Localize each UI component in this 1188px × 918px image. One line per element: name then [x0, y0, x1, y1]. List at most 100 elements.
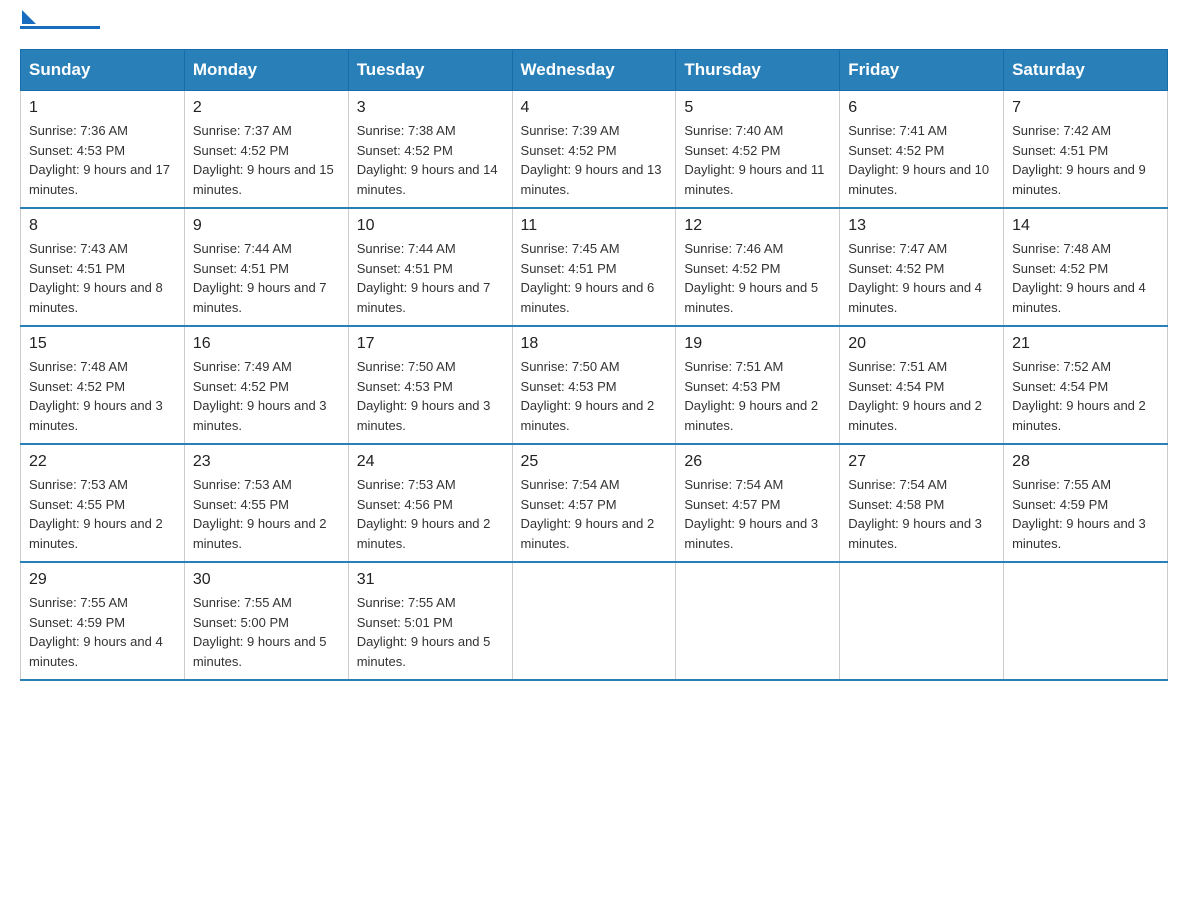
day-info: Sunrise: 7:51 AMSunset: 4:54 PMDaylight:… — [848, 357, 995, 435]
day-number: 24 — [357, 453, 504, 471]
day-info: Sunrise: 7:54 AMSunset: 4:57 PMDaylight:… — [684, 475, 831, 553]
logo-triangle-icon — [22, 10, 36, 24]
day-number: 9 — [193, 217, 340, 235]
calendar-cell: 6Sunrise: 7:41 AMSunset: 4:52 PMDaylight… — [840, 91, 1004, 209]
calendar-cell: 13 Sunrise: 7:47 AMSunset: 4:52 PMDayligh… — [840, 208, 1004, 326]
day-info: Sunrise: 7:42 AMSunset: 4:51 PMDaylight:… — [1012, 121, 1159, 199]
day-number: 12 — [684, 217, 831, 235]
calendar-header-sunday: Sunday — [21, 50, 185, 91]
calendar-cell: 21Sunrise: 7:52 AMSunset: 4:54 PMDayligh… — [1004, 326, 1168, 444]
day-number: 25 — [521, 453, 668, 471]
day-number: 16 — [193, 335, 340, 353]
day-info: Sunrise: 7:46 AMSunset: 4:52 PMDaylight:… — [684, 239, 831, 317]
day-info: Sunrise: 7:50 AMSunset: 4:53 PMDaylight:… — [357, 357, 504, 435]
day-info: Sunrise: 7:37 AMSunset: 4:52 PMDaylight:… — [193, 121, 340, 199]
day-info: Sunrise: 7:53 AMSunset: 4:55 PMDaylight:… — [29, 475, 176, 553]
day-info: Sunrise: 7:43 AMSunset: 4:51 PMDaylight:… — [29, 239, 176, 317]
day-info: Sunrise: 7:53 AMSunset: 4:56 PMDaylight:… — [357, 475, 504, 553]
day-info: Sunrise: 7:55 AMSunset: 5:01 PMDaylight:… — [357, 593, 504, 671]
day-number: 11 — [521, 217, 668, 235]
calendar-cell — [1004, 562, 1168, 680]
day-number: 3 — [357, 99, 504, 117]
day-info: Sunrise: 7:54 AMSunset: 4:57 PMDaylight:… — [521, 475, 668, 553]
calendar-cell: 23 Sunrise: 7:53 AMSunset: 4:55 PMDayligh… — [184, 444, 348, 562]
page-header — [20, 20, 1168, 29]
calendar-cell: 9 Sunrise: 7:44 AMSunset: 4:51 PMDaylight… — [184, 208, 348, 326]
calendar-cell: 26 Sunrise: 7:54 AMSunset: 4:57 PMDayligh… — [676, 444, 840, 562]
day-number: 13 — [848, 217, 995, 235]
day-number: 1 — [29, 99, 176, 117]
day-info: Sunrise: 7:47 AMSunset: 4:52 PMDaylight:… — [848, 239, 995, 317]
day-info: Sunrise: 7:55 AMSunset: 4:59 PMDaylight:… — [29, 593, 176, 671]
day-number: 14 — [1012, 217, 1159, 235]
calendar-cell: 16Sunrise: 7:49 AMSunset: 4:52 PMDayligh… — [184, 326, 348, 444]
day-number: 8 — [29, 217, 176, 235]
day-number: 23 — [193, 453, 340, 471]
calendar-cell: 11 Sunrise: 7:45 AMSunset: 4:51 PMDayligh… — [512, 208, 676, 326]
logo-blue-text — [20, 20, 36, 24]
calendar-cell: 30Sunrise: 7:55 AMSunset: 5:00 PMDayligh… — [184, 562, 348, 680]
calendar-cell: 24 Sunrise: 7:53 AMSunset: 4:56 PMDayligh… — [348, 444, 512, 562]
calendar-cell: 1Sunrise: 7:36 AMSunset: 4:53 PMDaylight… — [21, 91, 185, 209]
day-info: Sunrise: 7:48 AMSunset: 4:52 PMDaylight:… — [1012, 239, 1159, 317]
calendar-cell — [676, 562, 840, 680]
calendar-week-row-4: 22 Sunrise: 7:53 AMSunset: 4:55 PMDayligh… — [21, 444, 1168, 562]
calendar-cell: 25 Sunrise: 7:54 AMSunset: 4:57 PMDayligh… — [512, 444, 676, 562]
day-info: Sunrise: 7:45 AMSunset: 4:51 PMDaylight:… — [521, 239, 668, 317]
day-info: Sunrise: 7:40 AMSunset: 4:52 PMDaylight:… — [684, 121, 831, 199]
calendar-header-wednesday: Wednesday — [512, 50, 676, 91]
day-number: 20 — [848, 335, 995, 353]
calendar-cell: 17 Sunrise: 7:50 AMSunset: 4:53 PMDayligh… — [348, 326, 512, 444]
calendar-cell — [840, 562, 1004, 680]
day-info: Sunrise: 7:44 AMSunset: 4:51 PMDaylight:… — [193, 239, 340, 317]
calendar-cell: 3 Sunrise: 7:38 AMSunset: 4:52 PMDaylight… — [348, 91, 512, 209]
calendar-week-row-3: 15 Sunrise: 7:48 AMSunset: 4:52 PMDayligh… — [21, 326, 1168, 444]
day-info: Sunrise: 7:48 AMSunset: 4:52 PMDaylight:… — [29, 357, 176, 435]
day-number: 18 — [521, 335, 668, 353]
calendar-cell: 29Sunrise: 7:55 AMSunset: 4:59 PMDayligh… — [21, 562, 185, 680]
day-number: 15 — [29, 335, 176, 353]
day-number: 10 — [357, 217, 504, 235]
day-info: Sunrise: 7:54 AMSunset: 4:58 PMDaylight:… — [848, 475, 995, 553]
day-number: 2 — [193, 99, 340, 117]
calendar-week-row-2: 8 Sunrise: 7:43 AMSunset: 4:51 PMDaylight… — [21, 208, 1168, 326]
calendar-cell — [512, 562, 676, 680]
day-number: 21 — [1012, 335, 1159, 353]
calendar-table: SundayMondayTuesdayWednesdayThursdayFrid… — [20, 49, 1168, 681]
day-info: Sunrise: 7:41 AMSunset: 4:52 PMDaylight:… — [848, 121, 995, 199]
day-info: Sunrise: 7:53 AMSunset: 4:55 PMDaylight:… — [193, 475, 340, 553]
day-info: Sunrise: 7:51 AMSunset: 4:53 PMDaylight:… — [684, 357, 831, 435]
day-number: 26 — [684, 453, 831, 471]
calendar-header-row: SundayMondayTuesdayWednesdayThursdayFrid… — [21, 50, 1168, 91]
logo — [20, 20, 100, 29]
logo-underline — [20, 26, 100, 29]
day-number: 5 — [684, 99, 831, 117]
calendar-cell: 12 Sunrise: 7:46 AMSunset: 4:52 PMDayligh… — [676, 208, 840, 326]
calendar-header-thursday: Thursday — [676, 50, 840, 91]
calendar-cell: 4Sunrise: 7:39 AMSunset: 4:52 PMDaylight… — [512, 91, 676, 209]
day-info: Sunrise: 7:39 AMSunset: 4:52 PMDaylight:… — [521, 121, 668, 199]
calendar-header-saturday: Saturday — [1004, 50, 1168, 91]
day-number: 30 — [193, 571, 340, 589]
day-number: 31 — [357, 571, 504, 589]
calendar-cell: 10Sunrise: 7:44 AMSunset: 4:51 PMDayligh… — [348, 208, 512, 326]
calendar-cell: 2 Sunrise: 7:37 AMSunset: 4:52 PMDaylight… — [184, 91, 348, 209]
calendar-week-row-1: 1Sunrise: 7:36 AMSunset: 4:53 PMDaylight… — [21, 91, 1168, 209]
calendar-cell: 7Sunrise: 7:42 AMSunset: 4:51 PMDaylight… — [1004, 91, 1168, 209]
calendar-cell: 27Sunrise: 7:54 AMSunset: 4:58 PMDayligh… — [840, 444, 1004, 562]
day-number: 19 — [684, 335, 831, 353]
day-number: 28 — [1012, 453, 1159, 471]
day-number: 22 — [29, 453, 176, 471]
calendar-cell: 15 Sunrise: 7:48 AMSunset: 4:52 PMDayligh… — [21, 326, 185, 444]
day-info: Sunrise: 7:38 AMSunset: 4:52 PMDaylight:… — [357, 121, 504, 199]
calendar-cell: 5 Sunrise: 7:40 AMSunset: 4:52 PMDaylight… — [676, 91, 840, 209]
calendar-header-friday: Friday — [840, 50, 1004, 91]
calendar-cell: 14 Sunrise: 7:48 AMSunset: 4:52 PMDayligh… — [1004, 208, 1168, 326]
calendar-cell: 8 Sunrise: 7:43 AMSunset: 4:51 PMDaylight… — [21, 208, 185, 326]
calendar-week-row-5: 29Sunrise: 7:55 AMSunset: 4:59 PMDayligh… — [21, 562, 1168, 680]
calendar-cell: 22 Sunrise: 7:53 AMSunset: 4:55 PMDayligh… — [21, 444, 185, 562]
calendar-cell: 18Sunrise: 7:50 AMSunset: 4:53 PMDayligh… — [512, 326, 676, 444]
day-number: 17 — [357, 335, 504, 353]
calendar-header-tuesday: Tuesday — [348, 50, 512, 91]
calendar-header-monday: Monday — [184, 50, 348, 91]
